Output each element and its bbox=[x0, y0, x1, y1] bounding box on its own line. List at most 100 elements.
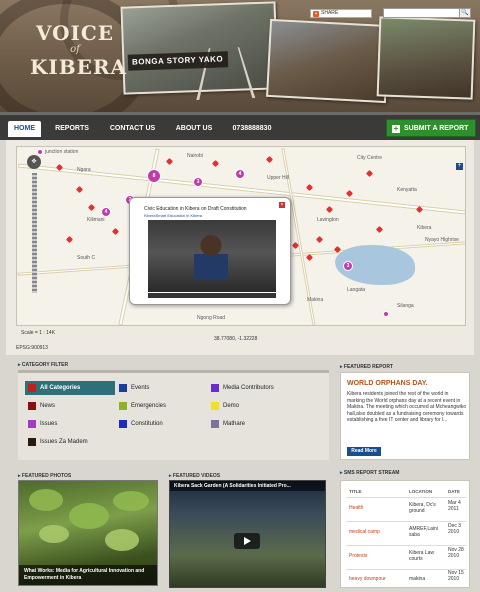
map-marker[interactable] bbox=[305, 183, 314, 192]
sms-header-title: TITLE bbox=[349, 489, 362, 494]
category-label: Emergencies bbox=[131, 403, 167, 409]
popup-video[interactable] bbox=[148, 220, 276, 298]
category-issues[interactable]: Issues bbox=[25, 417, 105, 431]
map-label: Kilimani bbox=[87, 217, 105, 223]
map-marker[interactable] bbox=[165, 157, 174, 166]
map-popup: × Civic Education in Kibera on Draft Con… bbox=[129, 197, 291, 305]
map-scale: Scale = 1 : 14K bbox=[21, 330, 56, 336]
category-issues-za-madem[interactable]: Issues Za Madem bbox=[25, 435, 125, 449]
map-cluster[interactable]: 4 bbox=[101, 207, 111, 217]
category-swatch bbox=[211, 384, 219, 392]
plus-icon: + bbox=[392, 124, 400, 133]
map-marker[interactable] bbox=[375, 225, 384, 234]
nav-home[interactable]: HOME bbox=[8, 121, 41, 137]
popup-title[interactable]: Civic Education in Kibera on Draft Const… bbox=[144, 206, 247, 212]
sms-row-title[interactable]: Protests bbox=[349, 553, 404, 560]
map-label: Upper Hill bbox=[267, 175, 289, 181]
popup-subtitle: KiberaSmart Education in Kibera bbox=[144, 213, 203, 218]
category-label: Issues bbox=[40, 421, 58, 427]
map-label: Makina bbox=[307, 297, 324, 303]
sms-row-location: AMREF,Laini saba bbox=[409, 526, 438, 538]
layer-switcher-icon[interactable]: + bbox=[456, 163, 463, 170]
map-cluster[interactable] bbox=[383, 311, 389, 317]
sms-row-title[interactable]: heavy downpour bbox=[349, 576, 404, 583]
map-zoom-control[interactable]: ✥ bbox=[27, 155, 41, 305]
table-divider bbox=[346, 521, 466, 522]
featured-report: WORLD ORPHANS DAY. Kibera residents join… bbox=[340, 372, 470, 460]
category-constitution[interactable]: Constitution bbox=[116, 417, 196, 431]
featured-video-title[interactable]: Kibera Sack Garden (A Solidarities Initi… bbox=[170, 481, 325, 491]
category-label: Issues Za Madem bbox=[40, 439, 88, 445]
site-logo[interactable]: VOICE of KIBERA bbox=[30, 22, 126, 94]
sms-report-stream: TITLE LOCATION DATE Health Kibera, Dc's … bbox=[340, 480, 470, 588]
category-events[interactable]: Events bbox=[116, 381, 196, 395]
video-person bbox=[194, 234, 228, 280]
category-label: News bbox=[40, 403, 56, 409]
map-marker[interactable] bbox=[111, 227, 120, 236]
search-icon[interactable]: 🔍 bbox=[459, 8, 471, 18]
map-label: Ngara bbox=[77, 167, 91, 173]
sms-row-location: Kibera, Dc's ground bbox=[409, 502, 436, 514]
play-icon[interactable] bbox=[234, 533, 260, 549]
pan-icon[interactable]: ✥ bbox=[27, 155, 41, 169]
map-marker[interactable] bbox=[75, 185, 84, 194]
read-more-button[interactable]: Read More bbox=[347, 447, 381, 456]
zoom-slider[interactable] bbox=[31, 173, 37, 293]
header-photo-street bbox=[376, 16, 476, 100]
map-label: Kenyatta bbox=[397, 187, 417, 193]
featured-photos-title: FEATURED PHOTOS bbox=[18, 473, 71, 479]
category-label: Demo bbox=[223, 403, 240, 409]
category-news[interactable]: News bbox=[25, 399, 105, 413]
category-emergencies[interactable]: Emergencies bbox=[116, 399, 196, 413]
map-label: Nyayo Highrise bbox=[425, 237, 459, 243]
video-controls[interactable] bbox=[148, 293, 276, 298]
map-label: South C bbox=[77, 255, 96, 261]
map-marker[interactable] bbox=[87, 203, 96, 212]
photo-leaf bbox=[69, 503, 109, 529]
nav-reports[interactable]: REPORTS bbox=[52, 121, 92, 137]
close-icon[interactable]: × bbox=[279, 202, 285, 208]
category-all[interactable]: All Categories bbox=[25, 381, 115, 395]
photo-leaf bbox=[39, 525, 69, 543]
category-media-contributors[interactable]: Media Contributors bbox=[208, 381, 318, 395]
sms-row-title[interactable]: medical camp bbox=[349, 529, 404, 536]
sms-row-location: Kibera Law courts bbox=[409, 550, 435, 562]
map-marker[interactable] bbox=[211, 159, 220, 168]
nav-about-us[interactable]: ABOUT US bbox=[172, 121, 216, 137]
map-marker[interactable] bbox=[325, 205, 334, 214]
category-label: Mathare bbox=[223, 421, 246, 427]
map-marker[interactable] bbox=[345, 189, 354, 198]
site-header: BONGA STORY YAKO VOICE of KIBERA + SHARE… bbox=[0, 0, 480, 112]
featured-video[interactable]: Kibera Sack Garden (A Solidarities Initi… bbox=[169, 480, 326, 588]
map-label: Langata bbox=[347, 287, 366, 293]
featured-videos-title: FEATURED VIDEOS bbox=[169, 473, 220, 479]
category-label: Constitution bbox=[131, 421, 163, 427]
featured-report-headline[interactable]: WORLD ORPHANS DAY. bbox=[347, 380, 428, 387]
sms-row-location: makina bbox=[409, 576, 426, 582]
map-cluster[interactable]: 8 bbox=[147, 169, 161, 183]
table-divider bbox=[346, 545, 466, 546]
map-marker[interactable] bbox=[315, 235, 324, 244]
share-button[interactable]: + SHARE bbox=[310, 9, 372, 18]
nav-contact-us[interactable]: CONTACT US bbox=[105, 121, 160, 137]
featured-photo[interactable]: What Works: Media for Agricultural Innov… bbox=[18, 480, 158, 586]
map-marker[interactable] bbox=[65, 235, 74, 244]
search-input[interactable] bbox=[383, 8, 465, 18]
submit-report-button[interactable]: + SUBMIT A REPORT bbox=[386, 119, 476, 137]
sms-stream-title: SMS REPORT STREAM bbox=[340, 470, 400, 476]
map-marker[interactable] bbox=[265, 155, 274, 164]
share-label: SHARE bbox=[321, 10, 339, 16]
map-marker[interactable] bbox=[365, 169, 374, 178]
nav-phone[interactable]: 0738888830 bbox=[228, 121, 276, 137]
category-mathare[interactable]: Mathare bbox=[208, 417, 288, 431]
map-cluster[interactable]: 4 bbox=[235, 169, 245, 179]
map-cluster[interactable]: 3 bbox=[193, 177, 203, 187]
map[interactable]: junction station Nairobi Ngara City Cent… bbox=[16, 146, 466, 326]
plus-icon: + bbox=[313, 10, 319, 17]
category-demo[interactable]: Demo bbox=[208, 399, 288, 413]
featured-photo-caption: What Works: Media for Agricultural Innov… bbox=[19, 565, 157, 585]
map-cluster[interactable]: 3 bbox=[343, 261, 353, 271]
submit-report-label: SUBMIT A REPORT bbox=[404, 125, 469, 132]
table-divider bbox=[346, 497, 466, 498]
sms-row-title[interactable]: Health bbox=[349, 505, 404, 512]
